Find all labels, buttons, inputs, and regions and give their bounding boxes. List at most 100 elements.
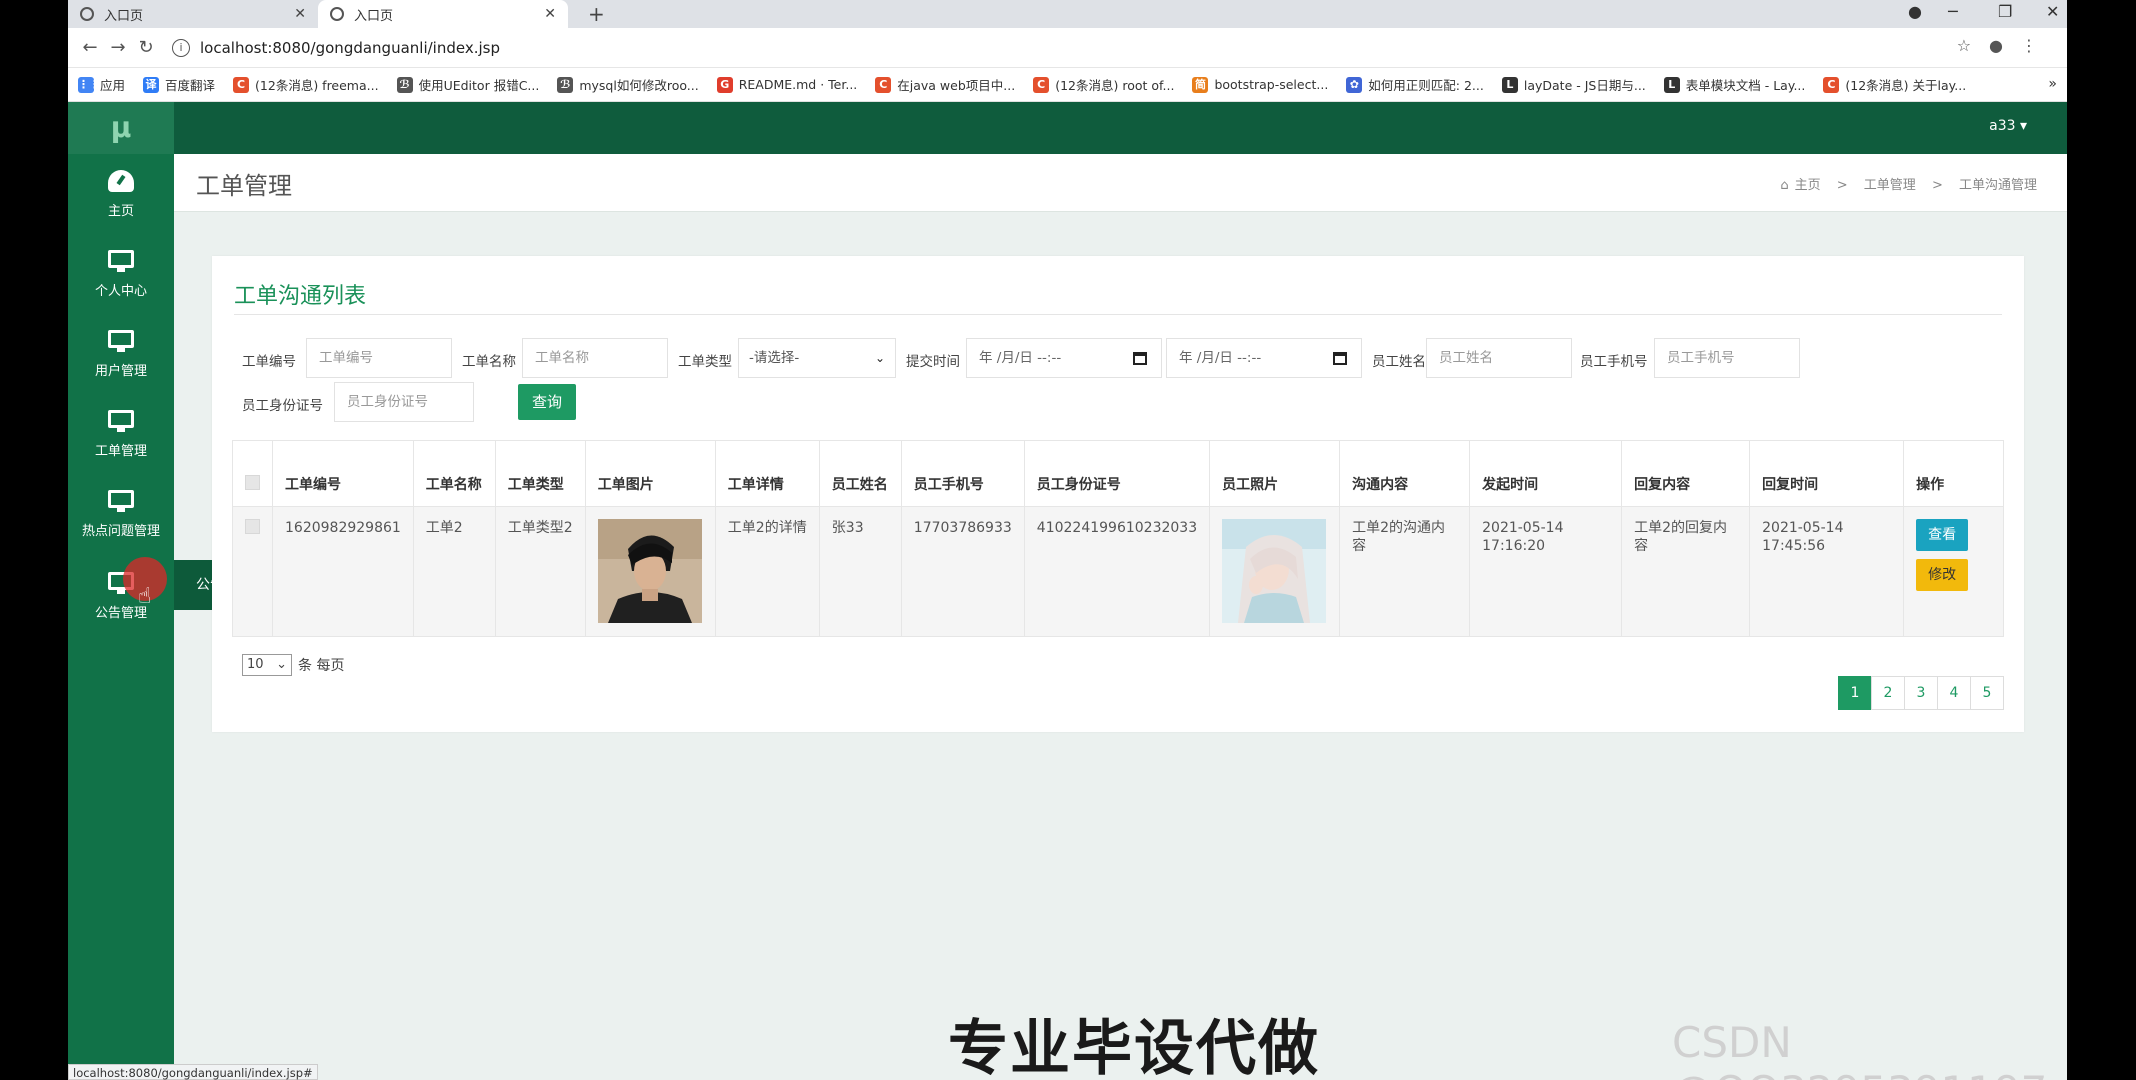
sidebar-item[interactable]: 主页 (68, 160, 174, 240)
emp-name-input[interactable]: 员工姓名 (1426, 338, 1572, 378)
order-image-photo[interactable] (597, 519, 702, 623)
bookmark-item[interactable]: ✿ 如何用正则匹配: 2... (1346, 75, 1484, 94)
order-name-input[interactable]: 工单名称 (522, 338, 668, 378)
order-no-input[interactable]: 工单编号 (306, 338, 452, 378)
close-window-icon[interactable]: ✕ (2046, 2, 2059, 21)
hand-cursor-icon: ☝ (138, 584, 152, 609)
page-button[interactable]: 1 (1838, 676, 1872, 710)
tab-title: 入口页 (354, 8, 394, 24)
col-header[interactable]: 工单类型 (494, 440, 586, 507)
brand-logo[interactable]: μ (68, 102, 174, 154)
communication-table: 工单编号 工单名称 工单类型 工单图片 工单详情 员工姓名 员工手机号 员工身份… (232, 440, 2004, 637)
bookmark-favicon-icon: 简 (1192, 76, 1209, 93)
page-button[interactable]: 4 (1937, 676, 1971, 710)
select-all-checkbox[interactable] (245, 475, 260, 490)
status-bar-url: localhost:8080/gongdanguanli/index.jsp# (68, 1064, 318, 1080)
sidebar-item[interactable]: 热点问题管理 (68, 480, 174, 560)
bookmark-label: layDate - JS日期与... (1523, 78, 1646, 93)
calendar-icon[interactable] (1133, 352, 1147, 365)
bookmark-item[interactable]: L 表单模块文档 - Lay... (1663, 75, 1805, 94)
main-content: 工单管理 ⌂ 主页 > 工单管理 > 工单沟通管理 工单沟通列表 工单编号 工单编… (174, 154, 2067, 1080)
cell-emp-phone: 17703786933 (900, 506, 1025, 637)
info-icon[interactable]: i (172, 38, 190, 57)
breadcrumb-home[interactable]: 主页 (1795, 178, 1821, 193)
col-header[interactable]: 工单名称 (412, 440, 496, 507)
col-header[interactable]: 沟通内容 (1339, 440, 1471, 507)
browser-tab-1[interactable]: 入口页 ✕ (68, 0, 318, 28)
row-checkbox[interactable] (245, 519, 260, 534)
tab-strip: 入口页 ✕ 入口页 ✕ + ● ─ ❐ ✕ (68, 0, 2067, 28)
date-from-text: 年 /月/日 --:-- (979, 350, 1062, 366)
user-menu[interactable]: a33 ▾ (1989, 118, 2027, 134)
star-and-profile-icons[interactable]: ☆●⋮ (1957, 36, 2055, 55)
cell-order-name: 工单2 (412, 506, 496, 637)
sidebar-item[interactable]: 工单管理 (68, 400, 174, 480)
reload-icon[interactable]: ↻ (132, 37, 160, 58)
bookmark-favicon-icon: L (1501, 76, 1518, 93)
back-icon[interactable]: ← (76, 37, 104, 58)
bookmark-item[interactable]: ⋮⋮ 应用 (78, 75, 125, 94)
col-header[interactable]: 发起时间 (1469, 440, 1623, 507)
col-header[interactable]: 工单编号 (272, 440, 414, 507)
bookmark-item[interactable]: ℬmysql如何修改roo... (557, 75, 699, 94)
col-header[interactable]: 回复时间 (1749, 440, 1905, 507)
page-size-suffix: 条 每页 (298, 658, 345, 674)
emp-id-input[interactable]: 员工身份证号 (334, 382, 474, 422)
profile-dot-icon[interactable]: ● (1908, 2, 1922, 21)
bookmark-item[interactable]: 简 bootstrap-select... (1192, 76, 1328, 93)
submit-time-from[interactable]: 年 /月/日 --:-- (966, 338, 1162, 378)
monitor-icon (107, 250, 135, 274)
bookmark-label: 使用UEditor 报错C... (418, 78, 540, 93)
col-header[interactable]: 员工姓名 (818, 440, 902, 507)
forward-icon[interactable]: → (104, 37, 132, 58)
submit-time-to[interactable]: 年 /月/日 --:-- (1166, 338, 1362, 378)
select-all-cell (232, 440, 273, 507)
app-topbar: μ a33 ▾ (68, 102, 2067, 154)
bookmark-item[interactable]: G README.md · Ter... (716, 76, 857, 93)
order-type-select[interactable]: -请选择- ⌄ (738, 338, 896, 378)
page-button[interactable]: 2 (1871, 676, 1905, 710)
edit-button[interactable]: 修改 (1916, 559, 1969, 591)
bookmark-item[interactable]: C (12条消息) freema... (233, 75, 379, 94)
globe-icon (330, 7, 344, 21)
minimize-icon[interactable]: ─ (1948, 2, 1958, 21)
page-button[interactable]: 5 (1970, 676, 2004, 710)
date-to-text: 年 /月/日 --:-- (1179, 350, 1262, 366)
bookmark-item[interactable]: C (12条消息) root of... (1033, 75, 1174, 94)
bookmark-favicon-icon: ✿ (1346, 76, 1363, 93)
address-bar[interactable]: i localhost:8080/gongdanguanli/index.jsp (172, 33, 1972, 63)
sidebar-item[interactable]: 用户管理 (68, 320, 174, 400)
search-button[interactable]: 查询 (518, 384, 576, 420)
close-tab-icon[interactable]: ✕ (294, 6, 306, 22)
restore-icon[interactable]: ❐ (1998, 2, 2012, 21)
employee-photo[interactable] (1222, 519, 1327, 623)
col-header[interactable]: 工单详情 (714, 440, 820, 507)
submit-time-label: 提交时间 (906, 354, 960, 370)
col-header[interactable]: 员工身份证号 (1023, 440, 1211, 507)
bookmarks-overflow-icon[interactable]: » (2048, 76, 2057, 92)
bookmark-item[interactable]: C (12条消息) 关于lay... (1823, 75, 1966, 94)
col-header[interactable]: 回复内容 (1621, 440, 1751, 507)
close-tab-icon[interactable]: ✕ (544, 6, 556, 22)
bookmark-item[interactable]: LlayDate - JS日期与... (1501, 75, 1646, 94)
page-size-select[interactable]: 10 ⌄ (242, 654, 292, 676)
bookmark-item[interactable]: 译百度翻译 (143, 75, 215, 94)
breadcrumb-order-management[interactable]: 工单管理 (1864, 178, 1916, 193)
sidebar: 主页 个人中心 用户管理 工单管理 热点问题管理 公告管理 (68, 154, 174, 1080)
bookmark-item[interactable]: ℬ 使用UEditor 报错C... (396, 75, 540, 94)
row-select-cell (232, 506, 273, 637)
browser-tab-2[interactable]: 入口页 ✕ (318, 0, 568, 28)
cell-emp-name: 张33 (818, 506, 902, 637)
new-tab-button[interactable]: + (588, 2, 605, 26)
sidebar-item[interactable]: 个人中心 (68, 240, 174, 320)
list-card: 工单沟通列表 工单编号 工单编号 工单名称 工单名称 工单类型 -请选择- ⌄ … (212, 256, 2024, 732)
bookmark-item[interactable]: C 在java web项目中... (875, 75, 1015, 94)
col-header[interactable]: 员工手机号 (900, 440, 1025, 507)
col-header[interactable]: 工单图片 (584, 440, 716, 507)
view-button[interactable]: 查看 (1916, 519, 1969, 551)
page-button[interactable]: 3 (1904, 676, 1938, 710)
emp-phone-input[interactable]: 员工手机号 (1654, 338, 1800, 378)
col-header[interactable]: 员工照片 (1209, 440, 1341, 507)
sidebar-item-label: 用户管理 (94, 364, 147, 379)
calendar-icon[interactable] (1333, 352, 1347, 365)
